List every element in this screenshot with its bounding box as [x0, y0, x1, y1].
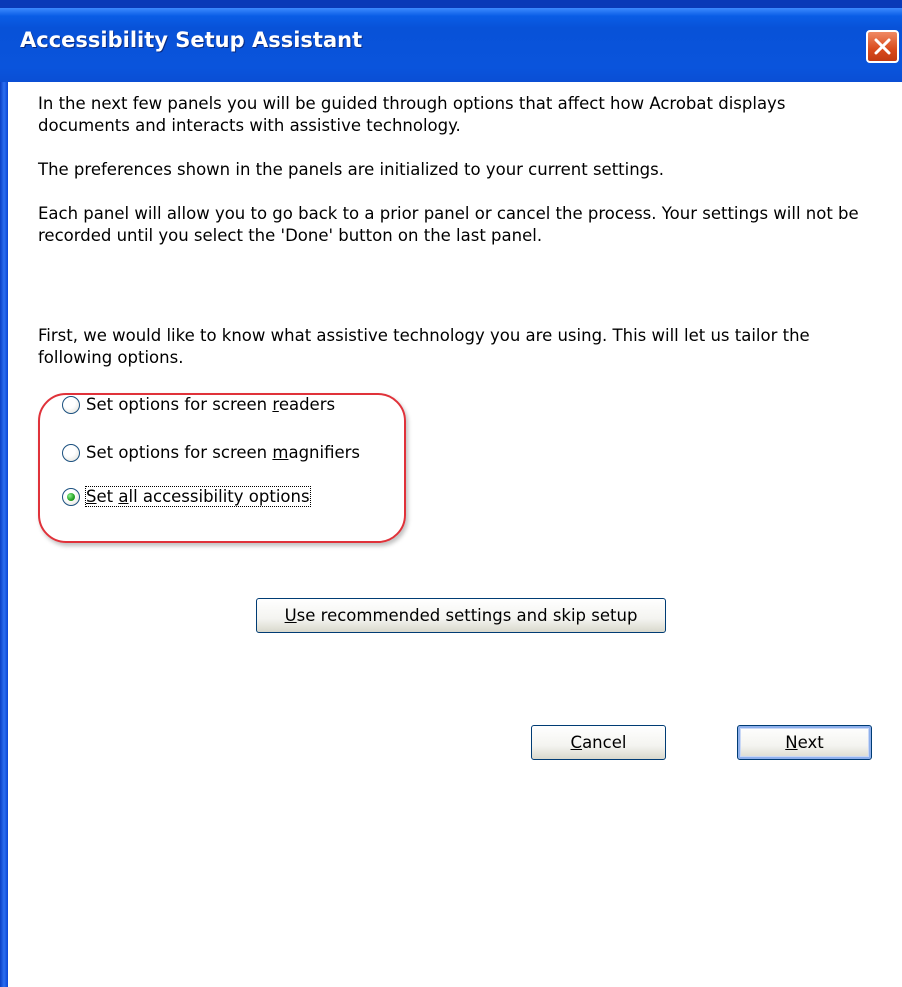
radio-label-screen-readers: Set options for screen readers: [86, 395, 336, 414]
radio-label-screen-magnifiers: Set options for screen magnifiers: [86, 443, 361, 462]
radio-screen-magnifiers[interactable]: Set options for screen magnifiers: [62, 443, 360, 462]
radio-button-selected[interactable]: [62, 487, 80, 506]
radio-button[interactable]: [62, 443, 80, 462]
intro-paragraph: In the next few panels you will be guide…: [38, 94, 786, 135]
radio-all-options[interactable]: Set all accessibility options: [62, 486, 311, 507]
navigation-note: Each panel will allow you to go back to …: [38, 204, 859, 245]
cancel-button[interactable]: Cancel: [531, 725, 666, 760]
dialog-window: Accessibility Setup Assistant In the nex…: [0, 0, 902, 987]
title-bar[interactable]: Accessibility Setup Assistant: [0, 0, 902, 82]
window-title: Accessibility Setup Assistant: [20, 28, 363, 52]
highlight-annotation: [38, 393, 406, 543]
technology-question: First, we would like to know what assist…: [38, 326, 810, 367]
close-button[interactable]: [866, 30, 899, 63]
preferences-note: The preferences shown in the panels are …: [38, 160, 664, 179]
dialog-body: In the next few panels you will be guide…: [8, 82, 902, 987]
radio-label-all-options: Set all accessibility options: [85, 486, 311, 507]
next-button[interactable]: Next: [737, 725, 872, 760]
close-icon: [874, 38, 891, 55]
radio-screen-readers[interactable]: Set options for screen readers: [62, 395, 335, 414]
skip-setup-button[interactable]: Use recommended settings and skip setup: [256, 598, 666, 633]
radio-button[interactable]: [62, 395, 80, 414]
